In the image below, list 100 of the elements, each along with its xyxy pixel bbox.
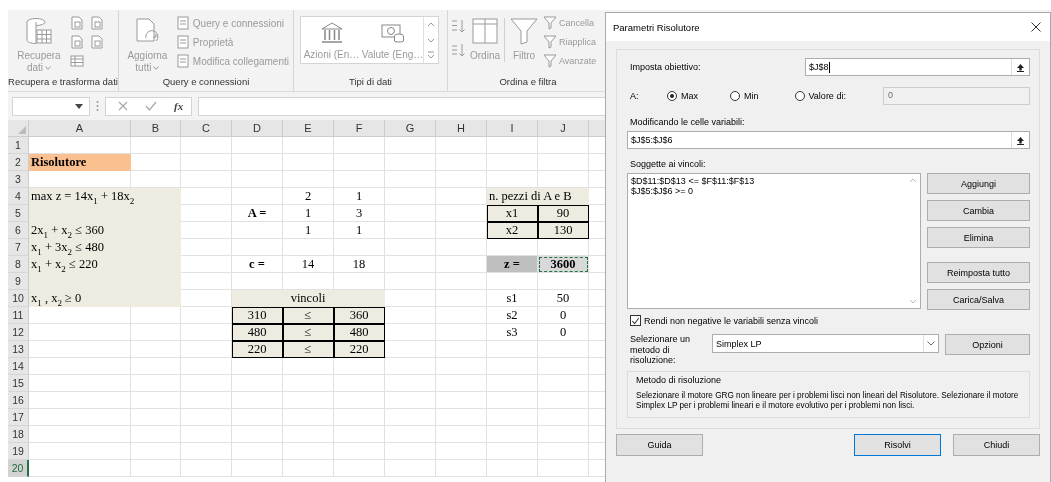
table-cell[interactable]: 220	[334, 341, 385, 358]
table-cell[interactable]	[181, 137, 232, 154]
list-item[interactable]: $J$5:$J$6 >= 0	[631, 186, 694, 196]
row-header[interactable]: 5	[8, 205, 29, 222]
options-button[interactable]: Opzioni	[945, 334, 1030, 355]
column-header[interactable]: G	[385, 120, 436, 137]
table-cell[interactable]	[283, 154, 334, 171]
table-cell[interactable]	[487, 443, 538, 460]
table-cell[interactable]	[436, 375, 487, 392]
row-header[interactable]: 20	[8, 460, 29, 477]
table-cell[interactable]	[283, 392, 334, 409]
select-all-icon[interactable]	[18, 126, 26, 134]
table-cell[interactable]: 1	[334, 188, 385, 205]
check-icon[interactable]	[145, 101, 157, 111]
column-header[interactable]: A	[29, 120, 131, 137]
table-cell[interactable]: vincoli	[232, 290, 385, 307]
table-cell[interactable]: 360	[334, 307, 385, 324]
table-cell[interactable]	[232, 137, 283, 154]
row-header[interactable]: 15	[8, 375, 29, 392]
table-cell[interactable]	[385, 375, 436, 392]
table-cell[interactable]	[283, 137, 334, 154]
table-cell[interactable]	[436, 307, 487, 324]
cancel-icon[interactable]	[118, 101, 128, 111]
table-cell[interactable]	[385, 154, 436, 171]
row-header[interactable]: 3	[8, 171, 29, 188]
table-icon[interactable]	[70, 54, 84, 68]
document-icon[interactable]	[90, 35, 104, 49]
row-header[interactable]: 8	[8, 256, 29, 273]
table-cell[interactable]: 1	[283, 205, 334, 222]
table-cell[interactable]: ≤	[283, 341, 334, 358]
table-cell[interactable]: A =	[232, 205, 283, 222]
table-cell[interactable]	[283, 460, 334, 477]
list-item[interactable]: $D$11:$D$13 <= $F$11:$F$13	[631, 176, 755, 186]
table-cell[interactable]	[487, 409, 538, 426]
table-cell[interactable]: 0	[538, 307, 589, 324]
table-cell[interactable]	[232, 239, 283, 256]
table-cell[interactable]	[385, 341, 436, 358]
dialog-button[interactable]: Aggiungi	[927, 173, 1030, 194]
table-cell[interactable]: 220	[232, 341, 283, 358]
table-cell[interactable]: 90	[538, 205, 589, 222]
column-header[interactable]: C	[181, 120, 232, 137]
row-header[interactable]: 1	[8, 137, 29, 154]
dialog-button[interactable]: Elimina	[927, 227, 1030, 248]
table-cell[interactable]: 2	[283, 188, 334, 205]
table-cell[interactable]	[131, 375, 181, 392]
table-cell[interactable]	[538, 358, 589, 375]
sort-descending-icon[interactable]	[450, 42, 466, 58]
table-cell[interactable]: z =	[487, 256, 538, 273]
row-header[interactable]: 16	[8, 392, 29, 409]
table-cell[interactable]	[181, 358, 232, 375]
table-cell[interactable]	[538, 409, 589, 426]
table-cell[interactable]	[232, 154, 283, 171]
table-cell[interactable]	[334, 392, 385, 409]
checkbox-option[interactable]: Rendi non negative le variabili senza vincoli	[630, 315, 1030, 326]
table-cell[interactable]	[334, 375, 385, 392]
table-cell[interactable]	[538, 443, 589, 460]
collapse-icon[interactable]	[1016, 62, 1025, 72]
table-cell[interactable]: 1	[283, 222, 334, 239]
insert-function-button[interactable]: fx	[174, 100, 184, 112]
collapse-icon[interactable]	[1016, 135, 1025, 145]
table-cell[interactable]	[334, 409, 385, 426]
row-header[interactable]: 7	[8, 239, 29, 256]
table-cell[interactable]: s3	[487, 324, 538, 341]
table-cell[interactable]	[181, 239, 232, 256]
table-cell[interactable]	[385, 392, 436, 409]
table-cell[interactable]	[181, 188, 232, 205]
scroll-down-icon[interactable]	[909, 299, 917, 305]
row-header[interactable]: 14	[8, 358, 29, 375]
column-header[interactable]: F	[334, 120, 385, 137]
table-cell[interactable]	[385, 137, 436, 154]
objective-field[interactable]: $J$8	[805, 58, 1030, 76]
column-header[interactable]: E	[283, 120, 334, 137]
table-cell[interactable]	[131, 358, 181, 375]
table-cell[interactable]	[334, 443, 385, 460]
table-cell[interactable]	[538, 273, 589, 290]
table-cell[interactable]: 18	[334, 256, 385, 273]
table-cell[interactable]	[436, 273, 487, 290]
row-header[interactable]: 6	[8, 222, 29, 239]
table-cell[interactable]: 480	[232, 324, 283, 341]
table-cell[interactable]: x$_{1}$ + x$_{2}$ ≤ 220	[29, 256, 181, 273]
column-header[interactable]: H	[436, 120, 487, 137]
table-cell[interactable]	[436, 460, 487, 477]
table-cell[interactable]: c =	[232, 256, 283, 273]
table-cell[interactable]	[29, 426, 131, 443]
table-cell[interactable]: 0	[538, 324, 589, 341]
table-cell[interactable]	[283, 239, 334, 256]
table-cell[interactable]: s2	[487, 307, 538, 324]
table-cell[interactable]	[283, 358, 334, 375]
table-cell[interactable]: 2x$_{1}$ + x$_{2}$ ≤ 360	[29, 222, 181, 239]
table-cell[interactable]	[334, 154, 385, 171]
table-cell[interactable]	[487, 392, 538, 409]
table-cell[interactable]	[436, 341, 487, 358]
table-cell[interactable]	[436, 137, 487, 154]
table-cell[interactable]	[385, 426, 436, 443]
table-cell[interactable]	[29, 460, 131, 477]
table-cell[interactable]	[436, 154, 487, 171]
table-cell[interactable]	[232, 375, 283, 392]
table-cell[interactable]	[385, 188, 436, 205]
table-cell[interactable]	[232, 460, 283, 477]
row-header[interactable]: 12	[8, 324, 29, 341]
